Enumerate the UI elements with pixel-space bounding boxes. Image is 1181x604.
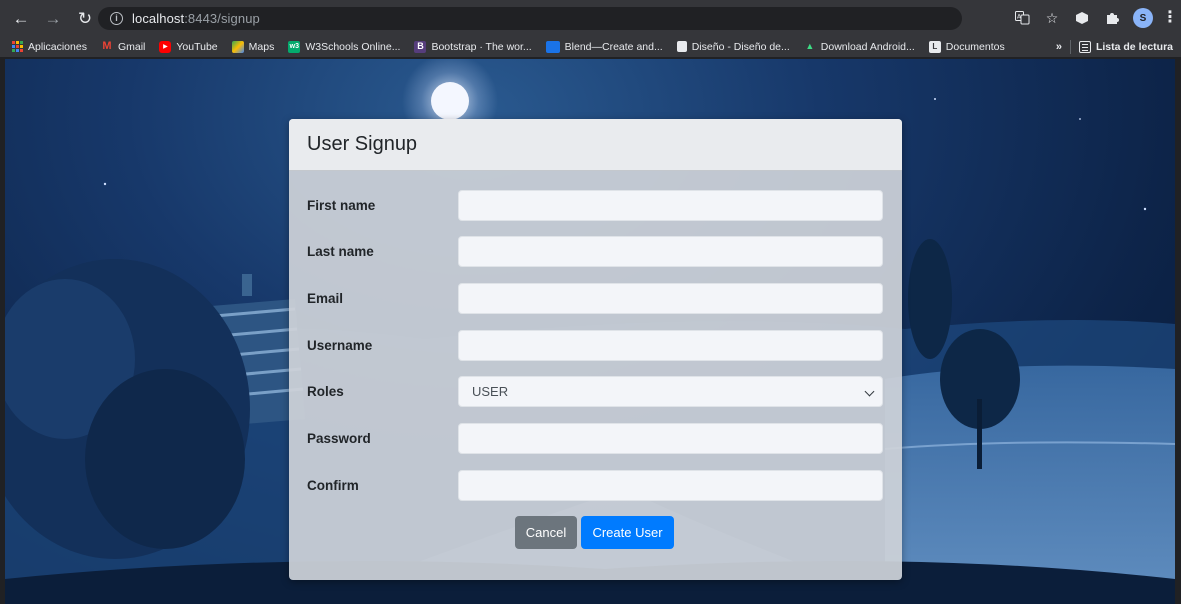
more-bookmarks-icon[interactable]: » xyxy=(1056,41,1062,53)
bookmark-label: YouTube xyxy=(176,40,218,53)
translate-icon[interactable]: A xyxy=(1013,9,1031,27)
bookmark-android[interactable]: ▲ Download Android... xyxy=(804,40,915,53)
maps-icon xyxy=(231,40,244,53)
info-icon[interactable]: i xyxy=(110,12,123,25)
puzzle-icon[interactable] xyxy=(1103,9,1121,27)
page-icon xyxy=(676,41,687,52)
back-icon[interactable]: ← xyxy=(8,5,34,31)
page-title: User Signup xyxy=(307,133,418,155)
bookmarks-end: » Lista de lectura xyxy=(1056,36,1173,58)
chevron-down-icon xyxy=(864,386,875,397)
username-row: Username xyxy=(289,330,902,362)
email-input[interactable] xyxy=(458,283,883,314)
username-input[interactable] xyxy=(458,330,883,361)
bookmark-label: Diseño - Diseño de... xyxy=(691,40,790,53)
cancel-button[interactable]: Cancel xyxy=(515,516,577,549)
bookmark-maps[interactable]: Maps xyxy=(231,40,275,53)
bookmark-bootstrap[interactable]: B Bootstrap · The wor... xyxy=(414,40,532,53)
reading-list-icon[interactable] xyxy=(1078,41,1091,53)
bookmark-w3schools[interactable]: w3 W3Schools Online... xyxy=(288,40,401,53)
last-name-input[interactable] xyxy=(458,236,883,267)
blend-icon xyxy=(545,40,560,53)
username-label: Username xyxy=(307,338,373,353)
star-icon[interactable]: ☆ xyxy=(1043,9,1061,27)
card-header: User Signup xyxy=(289,119,902,171)
browser-toolbar: ← → ↻ i localhost:8443/signup A ☆ S ⋮ xyxy=(0,0,1181,36)
roles-selected-value: USER xyxy=(472,384,509,399)
reload-icon[interactable]: ↻ xyxy=(72,5,98,31)
apps-grid-icon xyxy=(12,41,23,52)
roles-row: Roles USER xyxy=(289,376,902,408)
bookmark-label: Maps xyxy=(248,40,275,53)
bookmark-gmail[interactable]: M Gmail xyxy=(101,41,145,53)
address-bar[interactable]: i localhost:8443/signup xyxy=(98,7,962,30)
url-host: localhost xyxy=(132,11,185,26)
email-label: Email xyxy=(307,291,344,306)
bookmark-documentos[interactable]: L Documentos xyxy=(928,40,1005,53)
w3schools-icon: w3 xyxy=(288,40,301,53)
password-row: Password xyxy=(289,423,902,455)
android-icon: ▲ xyxy=(805,41,815,51)
bookmark-label: Download Android... xyxy=(820,40,915,53)
reading-list-label[interactable]: Lista de lectura xyxy=(1096,41,1173,53)
first-name-row: First name xyxy=(289,190,902,222)
last-name-label: Last name xyxy=(307,244,374,259)
password-label: Password xyxy=(307,431,371,446)
bookmark-label: W3Schools Online... xyxy=(305,40,401,53)
bookmarks-bar: Aplicaciones M Gmail ▶ YouTube Maps w3 W… xyxy=(0,36,1181,58)
profile-avatar[interactable]: S xyxy=(1133,8,1153,28)
confirm-label: Confirm xyxy=(307,478,359,493)
roles-select[interactable]: USER xyxy=(458,376,883,407)
bookmark-aplicaciones[interactable]: Aplicaciones xyxy=(12,41,87,53)
create-user-button[interactable]: Create User xyxy=(581,516,674,549)
bookmark-label: Aplicaciones xyxy=(28,40,87,53)
bookmark-label: Bootstrap · The wor... xyxy=(431,40,532,53)
last-name-row: Last name xyxy=(289,236,902,268)
first-name-label: First name xyxy=(307,198,376,213)
documentos-icon: L xyxy=(928,40,941,53)
bookmark-label: Gmail xyxy=(117,40,146,53)
bookmark-label: Blend—Create and... xyxy=(564,40,663,53)
confirm-row: Confirm xyxy=(289,470,902,502)
url-text[interactable]: localhost:8443/signup xyxy=(132,11,260,26)
bootstrap-icon: B xyxy=(414,40,427,53)
gmail-icon: M xyxy=(102,40,112,52)
bookmarks-divider xyxy=(1069,40,1071,54)
email-row: Email xyxy=(289,283,902,315)
form-actions: Cancel Create User xyxy=(515,516,674,549)
youtube-icon: ▶ xyxy=(159,40,172,53)
confirm-password-input[interactable] xyxy=(458,470,883,501)
bookmark-diseno[interactable]: Diseño - Diseño de... xyxy=(676,40,790,53)
first-name-input[interactable] xyxy=(458,190,883,221)
password-input[interactable] xyxy=(458,423,883,454)
menu-icon[interactable]: ⋮ xyxy=(1162,9,1178,27)
forward-icon[interactable]: → xyxy=(40,5,66,31)
bookmark-blend[interactable]: Blend—Create and... xyxy=(545,40,663,53)
extension-cube-icon[interactable] xyxy=(1073,9,1091,27)
signup-card: User Signup First name Last name Email U… xyxy=(289,119,902,580)
bookmark-youtube[interactable]: ▶ YouTube xyxy=(159,40,218,53)
toolbar-actions: A ☆ S ⋮ xyxy=(1013,6,1178,30)
roles-label: Roles xyxy=(307,384,344,399)
url-path: :8443/signup xyxy=(184,11,260,26)
bookmark-label: Documentos xyxy=(945,40,1005,53)
